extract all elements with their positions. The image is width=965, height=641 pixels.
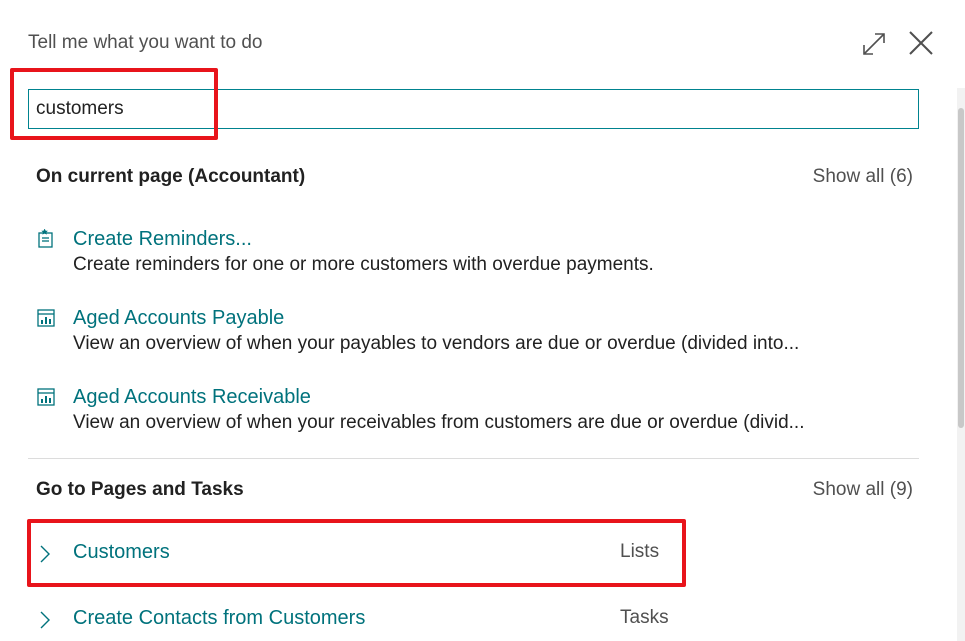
result-title[interactable]: Create Reminders...: [73, 228, 252, 251]
section-heading-pages-tasks: Go to Pages and Tasks: [36, 479, 244, 500]
result-aged-accounts-payable[interactable]: Aged Accounts Payable View an overview o…: [36, 307, 896, 361]
nav-item-label[interactable]: Create Contacts from Customers: [73, 607, 365, 630]
result-title[interactable]: Aged Accounts Receivable: [73, 386, 311, 409]
scrollbar-thumb[interactable]: [958, 108, 964, 428]
report-icon: [37, 388, 55, 406]
result-description: Create reminders for one or more custome…: [73, 254, 654, 275]
result-create-reminders[interactable]: Create Reminders... Create reminders for…: [36, 228, 896, 282]
report-icon: [37, 309, 55, 327]
section-divider: [28, 458, 919, 459]
dialog-title: Tell me what you want to do: [28, 32, 263, 53]
result-title[interactable]: Aged Accounts Payable: [73, 307, 284, 330]
chevron-right-icon: [40, 611, 50, 629]
show-all-current-page-link[interactable]: Show all (6): [813, 166, 913, 188]
expand-icon[interactable]: [860, 30, 888, 58]
result-description: View an overview of when your payables t…: [73, 333, 800, 354]
search-highlight-box: [10, 68, 218, 140]
reminder-icon: [38, 229, 53, 248]
nav-item-category: Tasks: [620, 607, 669, 628]
nav-item-create-contacts-from-customers[interactable]: Create Contacts from Customers Tasks: [36, 605, 676, 635]
close-icon[interactable]: [906, 28, 936, 58]
customers-highlight-box: [27, 519, 686, 587]
result-aged-accounts-receivable[interactable]: Aged Accounts Receivable View an overvie…: [36, 386, 896, 440]
show-all-pages-tasks-link[interactable]: Show all (9): [813, 479, 913, 501]
section-heading-current-page: On current page (Accountant): [36, 166, 306, 187]
result-description: View an overview of when your receivable…: [73, 412, 805, 433]
